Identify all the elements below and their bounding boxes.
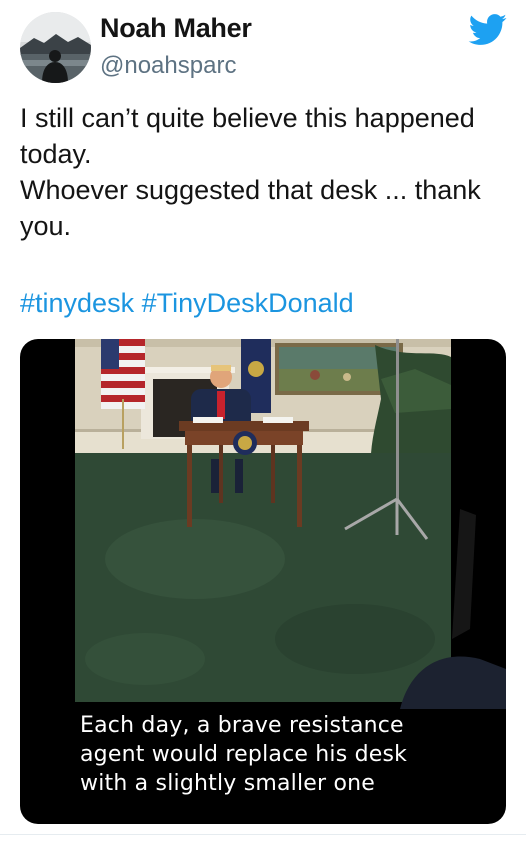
tweet-text-line: Whoever suggested that desk ... thank — [20, 175, 481, 205]
media-card[interactable]: Each day, a brave resistance agent would… — [20, 339, 506, 824]
shadow-figure-image — [400, 509, 506, 709]
tweet-text-line: today. — [20, 139, 92, 169]
caption-line: Each day, a brave resistance — [80, 713, 404, 738]
video-frame-image — [75, 339, 451, 702]
tweet-text-line: I still can’t quite believe this happene… — [20, 103, 475, 133]
author-handle[interactable]: @noahsparc — [100, 52, 236, 80]
author-name[interactable]: Noah Maher — [100, 13, 252, 44]
twitter-bird-icon[interactable] — [468, 14, 508, 46]
hashtag-link[interactable]: #tinydesk — [20, 288, 134, 318]
avatar-image — [20, 12, 91, 83]
hashtags: #tinydesk #TinyDeskDonald — [20, 288, 354, 319]
video-caption: Each day, a brave resistance agent would… — [80, 711, 500, 798]
hashtag-link[interactable]: #TinyDeskDonald — [142, 288, 354, 318]
caption-line: agent would replace his desk — [80, 742, 408, 767]
divider — [0, 834, 526, 835]
avatar[interactable] — [20, 12, 91, 83]
tweet-text-line: you. — [20, 211, 72, 241]
tweet-text: I still can’t quite believe this happene… — [20, 100, 514, 244]
caption-line: with a slightly smaller one — [80, 771, 375, 796]
